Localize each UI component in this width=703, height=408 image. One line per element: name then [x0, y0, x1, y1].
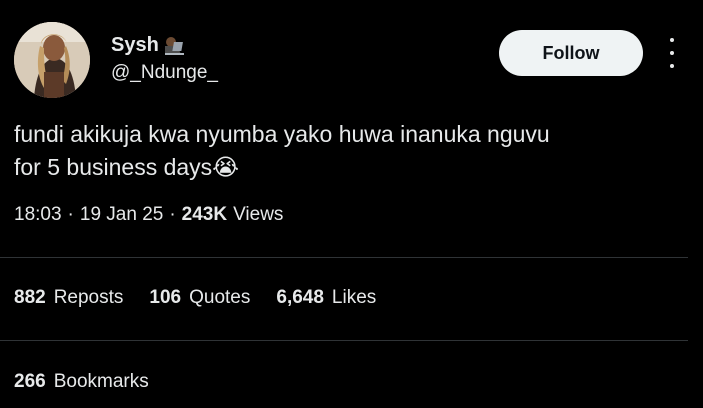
avatar-photo	[14, 22, 90, 98]
follow-button[interactable]: Follow	[499, 30, 643, 76]
crying-emoji: 😭	[212, 154, 240, 180]
bookmarks-count: 266	[14, 371, 46, 392]
author-handle[interactable]: @_Ndunge_	[111, 62, 218, 84]
meta-separator: ·	[67, 204, 74, 225]
bookmarks-stat[interactable]: 266 Bookmarks	[14, 371, 149, 393]
meta-separator: ·	[169, 204, 176, 225]
tweet-date[interactable]: 19 Jan 25	[80, 204, 163, 226]
reposts-stat[interactable]: 882 Reposts	[14, 287, 123, 309]
bookmarks-label: Bookmarks	[53, 371, 149, 392]
avatar[interactable]	[14, 22, 90, 98]
likes-count: 6,648	[276, 287, 324, 308]
tweet-time[interactable]: 18:03	[14, 204, 62, 226]
author-name[interactable]: Sysh	[111, 34, 159, 57]
divider	[0, 340, 688, 341]
views-count: 243K	[181, 204, 228, 225]
more-options-icon[interactable]	[664, 38, 680, 68]
quotes-stat[interactable]: 106 Quotes	[149, 287, 250, 309]
laptop-person-icon	[164, 36, 184, 55]
engagement-stats: 882 Reposts 106 Quotes 6,648 Likes	[14, 287, 376, 309]
tweet-line-2: for 5 business days	[14, 154, 213, 180]
quotes-count: 106	[149, 287, 182, 308]
tweet-text: fundi akikuja kwa nyumba yako huwa inanu…	[14, 118, 684, 184]
author-name-row[interactable]: Sysh	[111, 34, 185, 57]
reposts-label: Reposts	[53, 287, 124, 308]
views-label: Views	[233, 204, 284, 225]
likes-stat[interactable]: 6,648 Likes	[276, 287, 376, 309]
divider	[0, 257, 688, 258]
reposts-count: 882	[14, 287, 46, 308]
quotes-label: Quotes	[189, 287, 251, 308]
tweet-meta: 18:03 · 19 Jan 25 · 243K Views	[14, 204, 283, 226]
tweet-line-1: fundi akikuja kwa nyumba yako huwa inanu…	[14, 121, 550, 147]
likes-label: Likes	[331, 287, 377, 308]
